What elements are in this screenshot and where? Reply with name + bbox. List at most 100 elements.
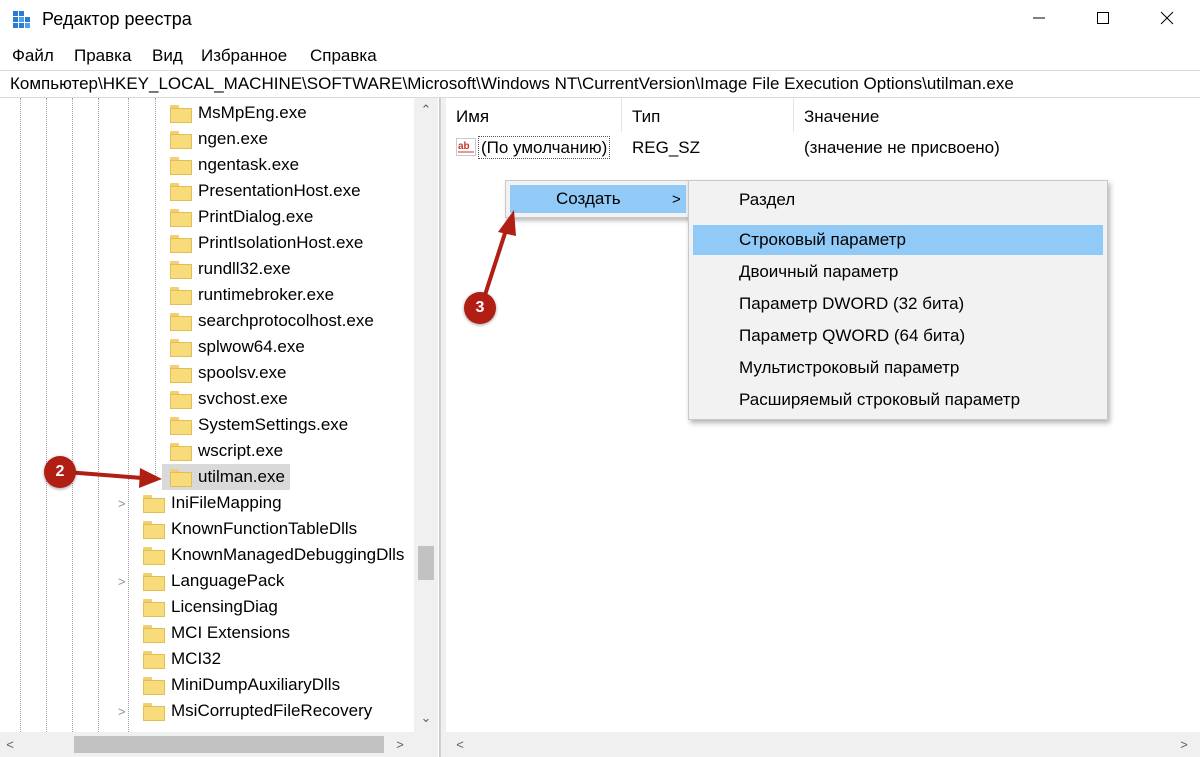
tree-item[interactable]: svchost.exe bbox=[170, 386, 288, 412]
tree-item[interactable]: ngentask.exe bbox=[170, 152, 299, 178]
annotation-arrow-2 bbox=[65, 468, 162, 488]
menu-item-key[interactable]: Раздел bbox=[693, 185, 1103, 215]
tree-item[interactable]: rundll32.exe bbox=[170, 256, 291, 282]
value-type: REG_SZ bbox=[632, 138, 701, 157]
menu-item-create[interactable]: Создать > bbox=[510, 185, 686, 213]
menu-item-dword-value[interactable]: Параметр DWORD (32 бита) bbox=[693, 289, 1103, 319]
tree-item[interactable]: splwow64.exe bbox=[170, 334, 305, 360]
title-bar: Редактор реестра bbox=[0, 0, 1200, 40]
tree-item[interactable]: spoolsv.exe bbox=[170, 360, 287, 386]
tree-item-label: svchost.exe bbox=[198, 389, 288, 408]
tree-item-label: MCI32 bbox=[171, 649, 222, 668]
menu-item-label: Двоичный параметр bbox=[739, 262, 899, 281]
tree-item[interactable]: LanguagePack bbox=[143, 568, 284, 594]
tree-pane[interactable]: MsMpEng.exe ngen.exe ngentask.exe Presen… bbox=[0, 98, 440, 757]
tree-item-label: KnownManagedDebuggingDlls bbox=[171, 545, 405, 564]
tree-item[interactable]: MsiCorruptedFileRecovery bbox=[143, 698, 372, 724]
folder-icon bbox=[143, 573, 165, 591]
menu-item-binary-value[interactable]: Двоичный параметр bbox=[693, 257, 1103, 287]
scroll-up-icon[interactable]: ⌃ bbox=[416, 102, 436, 118]
tree-item[interactable]: SystemSettings.exe bbox=[170, 412, 348, 438]
menu-item-multistring-value[interactable]: Мультистроковый параметр bbox=[693, 353, 1103, 383]
folder-icon bbox=[143, 677, 165, 695]
close-button[interactable] bbox=[1144, 0, 1190, 36]
annotation-badge-3: 3 bbox=[464, 292, 496, 324]
scrollbar-thumb[interactable] bbox=[418, 546, 434, 580]
scroll-down-icon[interactable]: ⌄ bbox=[416, 710, 436, 726]
tree-item[interactable]: PresentationHost.exe bbox=[170, 178, 361, 204]
menu-file[interactable]: Файл bbox=[12, 46, 54, 66]
expand-chevron-icon[interactable]: > bbox=[118, 575, 130, 588]
tree-item-label: MiniDumpAuxiliaryDlls bbox=[171, 675, 341, 694]
tree-item[interactable]: runtimebroker.exe bbox=[170, 282, 334, 308]
menu-item-label: Строковый параметр bbox=[739, 230, 906, 249]
tree-vertical-scrollbar[interactable]: ⌃ ⌄ bbox=[414, 98, 438, 734]
minimize-button[interactable] bbox=[1016, 0, 1062, 36]
tree-item[interactable]: MCI Extensions bbox=[143, 620, 290, 646]
folder-icon bbox=[170, 443, 192, 461]
folder-icon bbox=[170, 313, 192, 331]
minimize-icon bbox=[1033, 17, 1045, 19]
column-label: Значение bbox=[804, 107, 880, 126]
menu-item-label: Параметр QWORD (64 бита) bbox=[739, 326, 966, 345]
tree-item-selected[interactable]: utilman.exe bbox=[170, 464, 285, 490]
tree-item[interactable]: searchprotocolhost.exe bbox=[170, 308, 374, 334]
menu-item-qword-value[interactable]: Параметр QWORD (64 бита) bbox=[693, 321, 1103, 351]
menu-edit[interactable]: Правка bbox=[74, 46, 131, 66]
tree-item-label: spoolsv.exe bbox=[198, 363, 287, 382]
folder-icon bbox=[143, 599, 165, 617]
tree-item[interactable]: wscript.exe bbox=[170, 438, 283, 464]
tree-item[interactable]: ngen.exe bbox=[170, 126, 268, 152]
tree-item-label: rundll32.exe bbox=[198, 259, 291, 278]
tree-item[interactable]: MCI32 bbox=[143, 646, 221, 672]
folder-icon bbox=[170, 417, 192, 435]
maximize-button[interactable] bbox=[1080, 0, 1126, 36]
tree-guide bbox=[128, 98, 129, 734]
expand-chevron-icon[interactable]: > bbox=[118, 497, 130, 510]
column-header-name[interactable]: Имя bbox=[446, 98, 622, 132]
submenu-arrow-icon: > bbox=[672, 190, 681, 208]
tree-item-label: IniFileMapping bbox=[171, 493, 282, 512]
menu-item-label: Параметр DWORD (32 бита) bbox=[739, 294, 965, 313]
tree-guide bbox=[98, 98, 99, 734]
folder-icon bbox=[143, 547, 165, 565]
column-label: Тип bbox=[632, 107, 661, 126]
expand-chevron-icon[interactable]: > bbox=[118, 705, 130, 718]
tree-item-label: SystemSettings.exe bbox=[198, 415, 349, 434]
address-bar[interactable]: Компьютер\HKEY_LOCAL_MACHINE\SOFTWARE\Mi… bbox=[0, 70, 1200, 98]
tree-item[interactable]: MiniDumpAuxiliaryDlls bbox=[143, 672, 340, 698]
tree-guide bbox=[46, 98, 47, 734]
folder-icon bbox=[170, 105, 192, 123]
folder-icon bbox=[170, 157, 192, 175]
tree-item-label: splwow64.exe bbox=[198, 337, 305, 356]
scroll-right-icon[interactable]: > bbox=[1174, 737, 1194, 752]
tree-item[interactable]: MsMpEng.exe bbox=[170, 100, 307, 126]
folder-icon bbox=[143, 703, 165, 721]
scroll-right-icon[interactable]: > bbox=[390, 737, 410, 752]
menu-item-label: Создать bbox=[556, 189, 621, 208]
tree-item[interactable]: PrintIsolationHost.exe bbox=[170, 230, 363, 256]
tree-item-label: MCI Extensions bbox=[171, 623, 291, 642]
menu-help[interactable]: Справка bbox=[310, 46, 377, 66]
tree-horizontal-scrollbar[interactable]: < > bbox=[0, 732, 438, 757]
tree-item[interactable]: PrintDialog.exe bbox=[170, 204, 313, 230]
scrollbar-thumb[interactable] bbox=[74, 736, 384, 753]
menu-item-label: Раздел bbox=[739, 190, 796, 209]
column-header-value[interactable]: Значение bbox=[794, 98, 1200, 132]
tree-item[interactable]: KnownFunctionTableDlls bbox=[143, 516, 357, 542]
folder-icon bbox=[170, 183, 192, 201]
scroll-left-icon[interactable]: < bbox=[0, 737, 20, 752]
menu-view[interactable]: Вид bbox=[152, 46, 183, 66]
scroll-left-icon[interactable]: < bbox=[450, 737, 470, 752]
menu-item-string-value[interactable]: Строковый параметр bbox=[693, 225, 1103, 255]
tree-item[interactable]: LicensingDiag bbox=[143, 594, 278, 620]
tree-item-label: LanguagePack bbox=[171, 571, 285, 590]
column-header-type[interactable]: Тип bbox=[622, 98, 794, 132]
menu-favorites[interactable]: Избранное bbox=[201, 46, 287, 66]
folder-icon bbox=[170, 391, 192, 409]
values-horizontal-scrollbar[interactable]: < > bbox=[446, 732, 1200, 757]
folder-icon bbox=[170, 209, 192, 227]
menu-item-expandable-string-value[interactable]: Расширяемый строковый параметр bbox=[693, 385, 1103, 415]
tree-item[interactable]: KnownManagedDebuggingDlls bbox=[143, 542, 404, 568]
menu-bar: Файл Правка Вид Избранное Справка bbox=[0, 40, 1200, 70]
